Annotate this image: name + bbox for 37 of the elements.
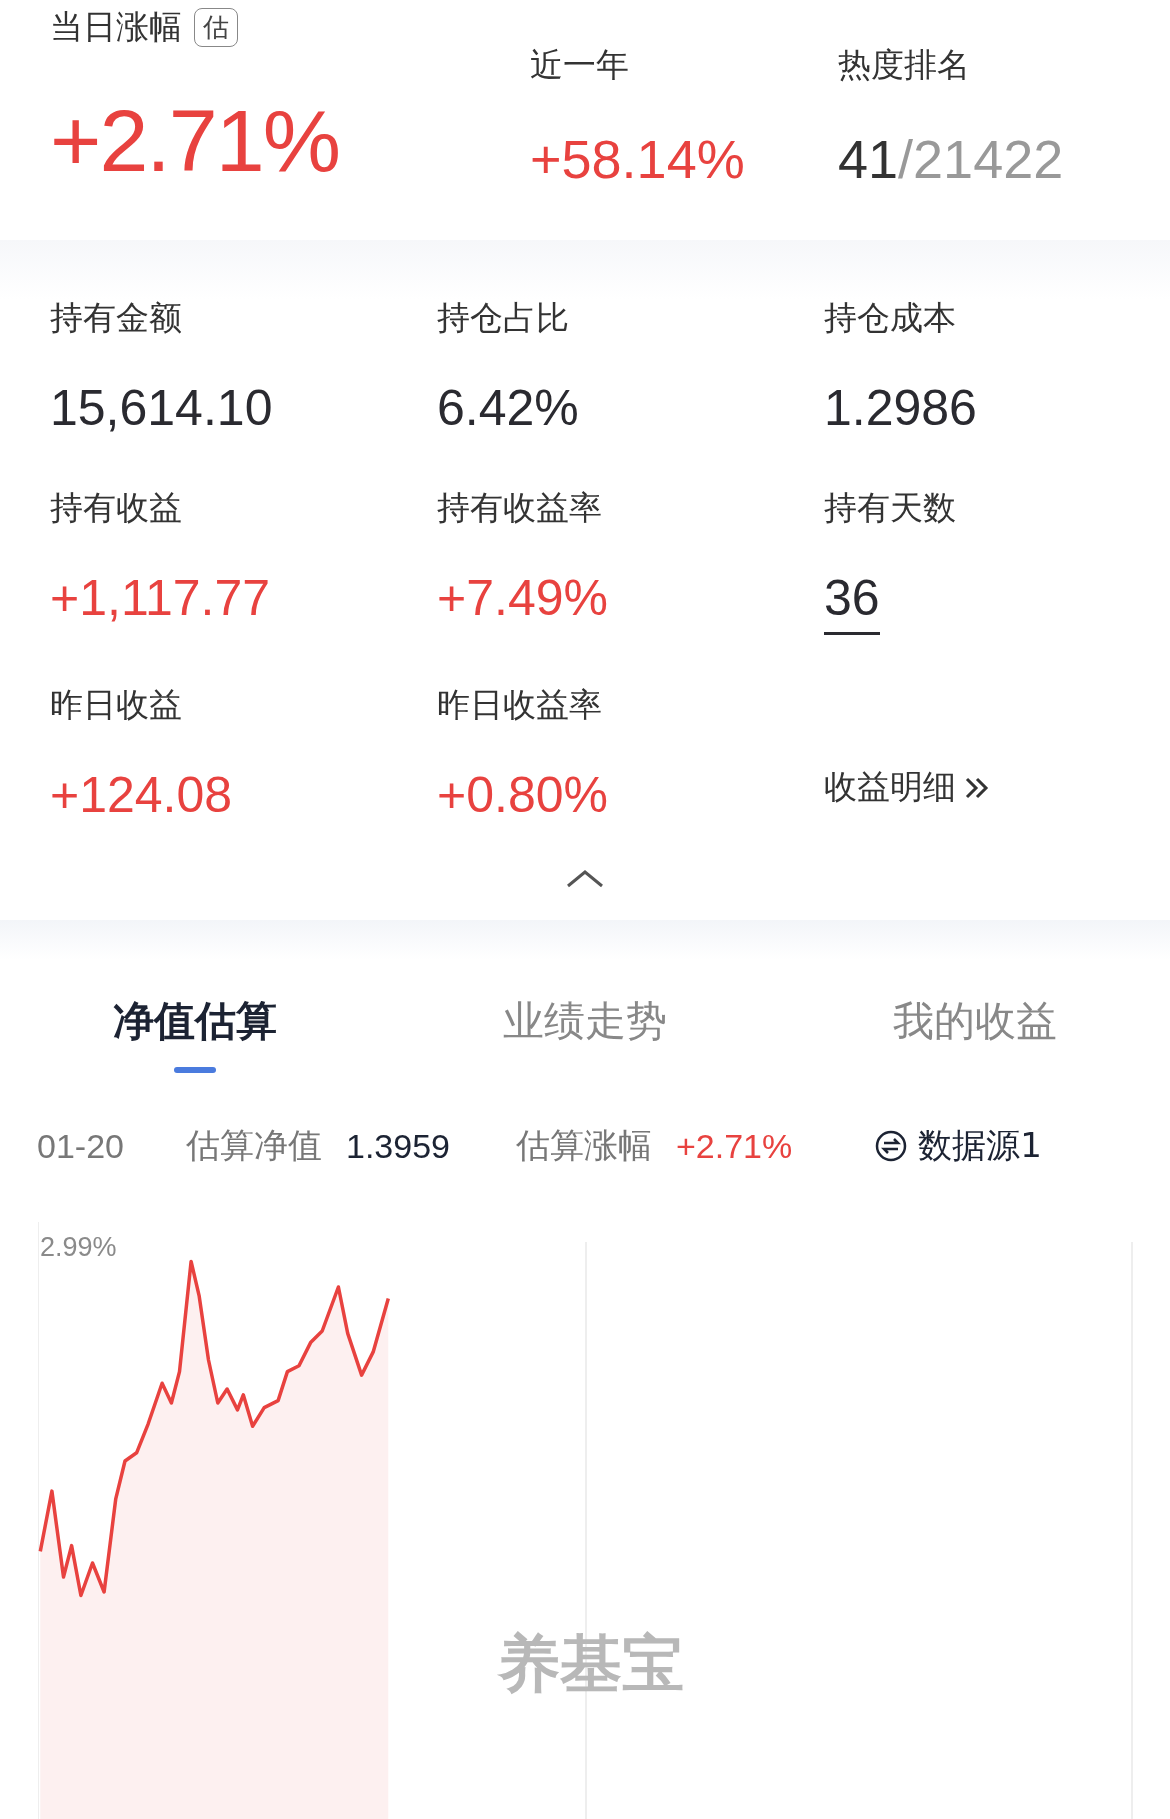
label: 持有天数 (824, 487, 957, 529)
swap-icon[interactable] (874, 1129, 909, 1163)
value: 1.2986 (824, 379, 977, 438)
label: 持有金额 (50, 297, 183, 339)
label: 持有收益率 (437, 487, 603, 529)
label: 持仓成本 (824, 297, 957, 339)
label: 热度排名 (838, 44, 971, 86)
label: 持有收益 (50, 487, 183, 529)
label: 估算涨幅 (515, 1124, 652, 1167)
nav-value: 1.3959 (345, 1126, 450, 1166)
value: 6.42% (437, 379, 579, 438)
tab[interactable]: 我的收益 (780, 994, 1170, 1074)
tab[interactable]: 业绩走势 (390, 994, 780, 1074)
change-value: +2.71% (675, 1126, 793, 1166)
estimate-badge: 估 (194, 7, 238, 47)
axis-label: 2.99% (40, 1232, 117, 1263)
label: 持仓占比 (437, 297, 570, 339)
year-change: +58.14% (530, 128, 746, 190)
label: 昨日收益率 (437, 684, 603, 726)
detail-link[interactable]: 收益明细 (824, 765, 956, 810)
value: +124.08 (50, 766, 233, 825)
label: 估算净值 (185, 1124, 322, 1167)
value: +0.80% (437, 766, 608, 825)
label: 昨日收益 (50, 684, 183, 726)
date: 01-20 (37, 1126, 124, 1166)
value: 15,614.10 (50, 379, 273, 438)
value: +1,117.77 (50, 569, 271, 628)
tab[interactable]: 净值估算 (0, 994, 390, 1074)
daily-change: +2.71% (50, 90, 340, 192)
label: 当日涨幅 (50, 5, 182, 48)
label: 近一年 (530, 44, 630, 86)
popularity-rank: 41/21422 (838, 128, 1065, 190)
collapse-chevron-icon[interactable] (566, 869, 604, 889)
holding-days-link[interactable]: 36 (824, 568, 880, 635)
data-source-button[interactable]: 数据源1 (874, 1123, 1042, 1169)
value: +7.49% (437, 569, 608, 628)
watermark: 养基宝 (498, 1626, 684, 1702)
